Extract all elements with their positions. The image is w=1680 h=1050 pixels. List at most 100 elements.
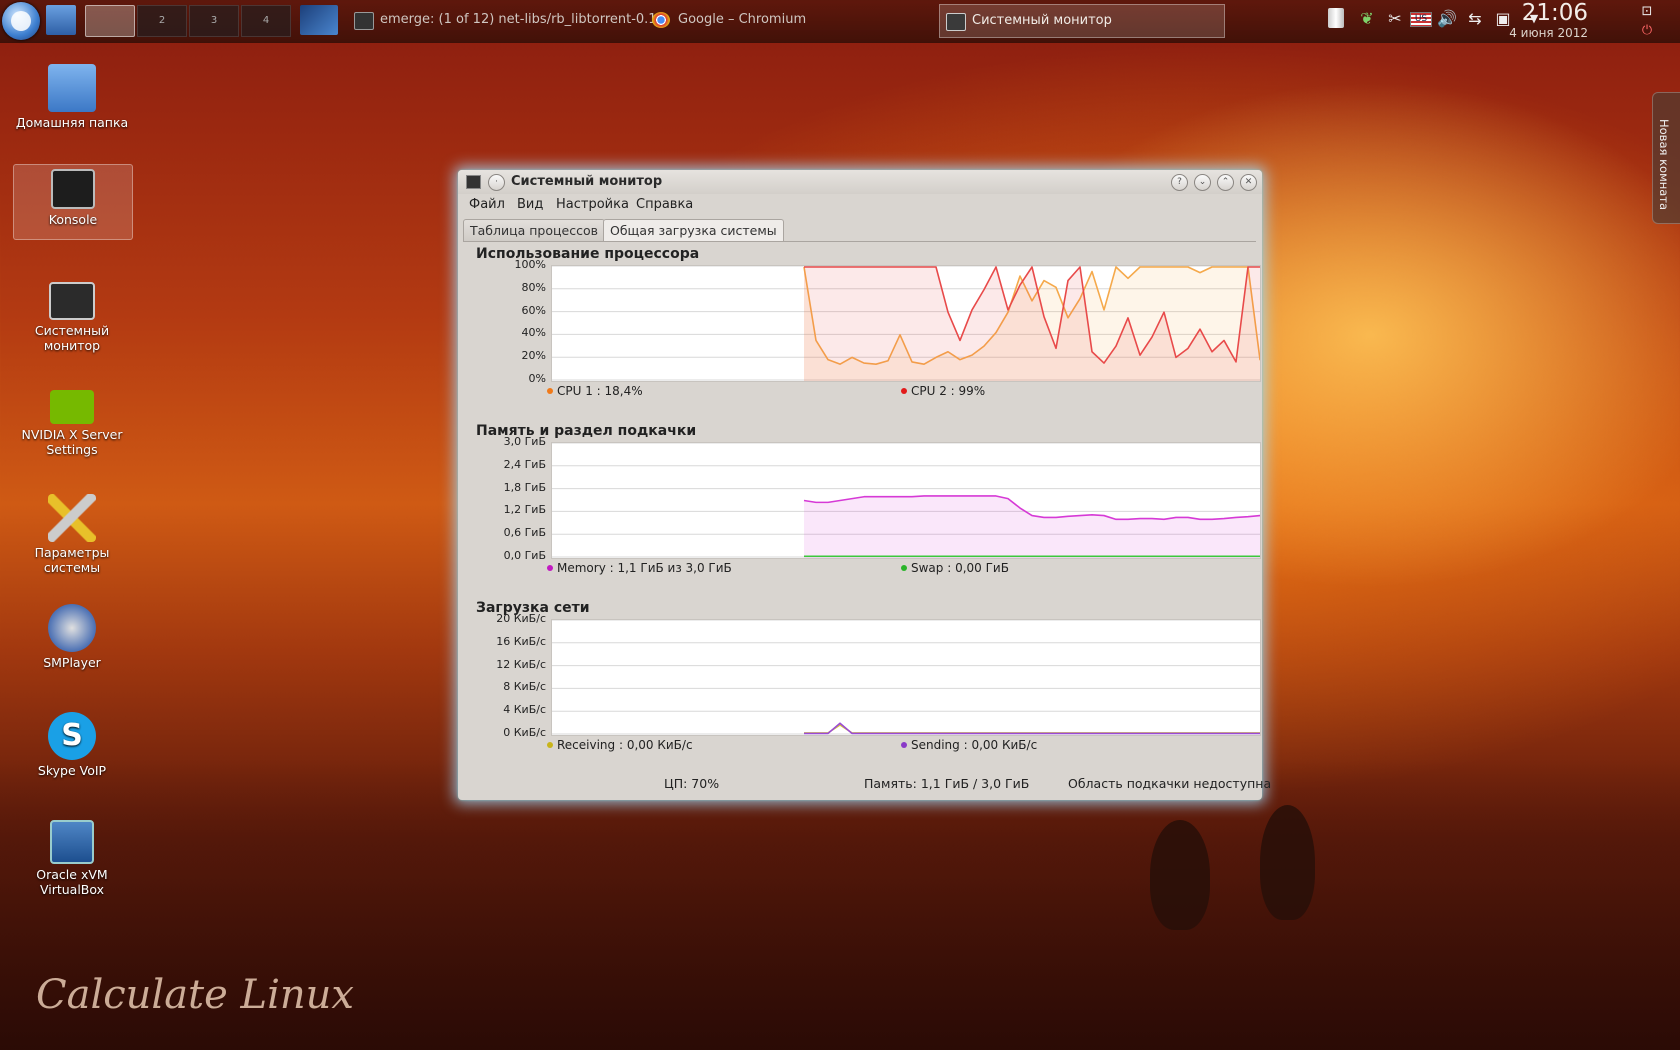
network-chart xyxy=(551,619,1261,736)
legend-memory: Memory : 1,1 ГиБ из 3,0 ГиБ xyxy=(547,561,732,575)
task-emerge[interactable]: emerge: (1 of 12) net-libs/rb_libtorrent… xyxy=(348,4,660,36)
keyboard-layout-flag-icon[interactable]: US xyxy=(1410,8,1432,30)
task-label: Google – Chromium xyxy=(678,12,807,27)
y-tick-label: 0 КиБ/с xyxy=(503,726,546,739)
menu-help[interactable]: Справка xyxy=(636,197,693,212)
legend-dot xyxy=(547,388,553,394)
scissors-icon[interactable]: ✂ xyxy=(1384,8,1406,30)
terminal-icon xyxy=(354,12,374,30)
desktop-icon-label: Oracle xVM VirtualBox xyxy=(36,867,108,897)
desktop-icon-virtualbox[interactable]: Oracle xVM VirtualBox xyxy=(13,816,131,897)
nvidia-icon xyxy=(50,390,94,424)
minimize-icon[interactable]: ⌄ xyxy=(1194,174,1211,191)
desktop-preview-icon[interactable] xyxy=(300,5,338,35)
status-cpu: ЦП: 70% xyxy=(664,776,720,791)
series-line-sending xyxy=(804,722,1260,735)
desktop-icon-label: Параметры системы xyxy=(34,545,110,575)
activity-side-tab[interactable]: Новая комната xyxy=(1652,92,1680,224)
window-menu-icon[interactable]: · xyxy=(488,174,505,191)
window-app-icon[interactable] xyxy=(466,175,481,189)
menu-settings[interactable]: Настройка xyxy=(556,197,629,212)
clock-date: 4 июня 2012 xyxy=(1509,26,1588,40)
desktop-icon-system-monitor[interactable]: Системный монитор xyxy=(13,278,131,353)
smplayer-icon xyxy=(48,604,96,652)
clock-time[interactable]: 21:06 xyxy=(1522,0,1588,26)
y-tick-label: 1,8 ГиБ xyxy=(503,480,546,494)
desktop-icon-smplayer[interactable]: SMPlayer xyxy=(13,600,131,670)
y-tick-label: 0,6 ГиБ xyxy=(503,526,546,540)
task-chromium[interactable]: Google – Chromium xyxy=(646,4,958,36)
y-tick-label: 20 КиБ/с xyxy=(496,612,546,625)
legend-label: Sending : 0,00 КиБ/с xyxy=(911,738,1038,752)
maximize-icon[interactable]: ⌃ xyxy=(1217,174,1234,191)
legend-label: CPU 2 : 99% xyxy=(911,384,986,398)
system-load-panel: Использование процессора 100% 80% 60% 40% 20… xyxy=(464,241,1261,772)
legend-dot xyxy=(547,565,553,571)
y-tick-label: 40% xyxy=(521,326,546,340)
calculate-linux-watermark: Calculate Linux xyxy=(36,972,354,1018)
network-icon[interactable]: ⇆ xyxy=(1464,8,1486,30)
legend-dot xyxy=(547,742,553,748)
memory-chart xyxy=(551,442,1261,559)
desktop-icon-settings[interactable]: Параметры системы xyxy=(13,490,131,575)
system-monitor-icon xyxy=(946,13,966,31)
y-tick-label: 80% xyxy=(521,280,546,294)
y-tick-label: 0% xyxy=(528,372,546,385)
legend-dot xyxy=(901,388,907,394)
volume-icon[interactable]: 🔊 xyxy=(1436,8,1458,30)
tab-system-load[interactable]: Общая загрузка системы xyxy=(603,219,784,242)
desktop-icon-label: Konsole xyxy=(48,212,98,227)
desktop-icon-nvidia[interactable]: NVIDIA X Server Settings xyxy=(13,386,131,457)
window-title: Системный монитор xyxy=(511,174,663,189)
leaf-icon[interactable]: ❦ xyxy=(1356,8,1378,30)
menu-view[interactable]: Вид xyxy=(517,197,543,212)
y-tick-label: 16 КиБ/с xyxy=(496,634,546,648)
legend-label: Memory : 1,1 ГиБ из 3,0 ГиБ xyxy=(557,561,732,575)
series-line-receiving xyxy=(804,724,1260,734)
y-tick-label: 100% xyxy=(514,258,546,271)
y-tick-label: 1,2 ГиБ xyxy=(503,503,546,517)
window-titlebar[interactable]: · Системный монитор ? ⌄ ⌃ ✕ xyxy=(458,170,1262,194)
window-menubar: Файл Вид Настройка Справка xyxy=(458,194,1262,216)
home-folder-icon xyxy=(48,64,96,112)
legend-swap: Swap : 0,00 ГиБ xyxy=(901,561,1009,575)
activity-tab-label: Новая комната xyxy=(1657,119,1671,211)
virtualbox-icon xyxy=(50,820,94,864)
desktop-icon-konsole[interactable]: Konsole xyxy=(13,164,133,240)
penguins-silhouette xyxy=(1130,800,1350,940)
settings-tools-icon xyxy=(48,494,96,542)
legend-cpu1: CPU 1 : 18,4% xyxy=(547,384,643,398)
legend-dot xyxy=(901,565,907,571)
status-swap: Область подкачки недоступна xyxy=(1068,776,1272,791)
y-tick-label: 60% xyxy=(521,303,546,317)
tab-process-table[interactable]: Таблица процессов xyxy=(463,219,605,242)
trash-icon[interactable] xyxy=(1325,8,1347,30)
pager-desktop-4[interactable]: 4 xyxy=(241,5,291,37)
legend-cpu2: CPU 2 : 99% xyxy=(901,384,985,398)
desktop-icon-label: SMPlayer xyxy=(43,655,101,670)
legend-dot xyxy=(901,742,907,748)
pager-desktop-1[interactable] xyxy=(85,5,135,37)
help-icon[interactable]: ? xyxy=(1171,174,1188,191)
desktop-icon-skype[interactable]: S Skype VoIP xyxy=(13,708,131,778)
application-launcher-icon[interactable] xyxy=(2,2,40,40)
y-tick-label: 3,0 ГиБ xyxy=(503,435,546,448)
menu-file[interactable]: Файл xyxy=(469,197,505,212)
konsole-icon xyxy=(51,169,95,209)
close-icon[interactable]: ✕ xyxy=(1240,174,1257,191)
skype-icon: S xyxy=(48,712,96,760)
system-monitor-icon xyxy=(49,282,95,320)
y-tick-label: 20% xyxy=(521,349,546,363)
show-desktop-icon[interactable] xyxy=(46,5,76,35)
desktop-icon-label: Домашняя папка xyxy=(15,115,129,130)
series-area-memory xyxy=(804,495,1260,558)
system-monitor-window: · Системный монитор ? ⌄ ⌃ ✕ Файл Вид Нас… xyxy=(458,170,1271,800)
desktop-icon-label: NVIDIA X Server Settings xyxy=(21,427,123,457)
logout-icon[interactable]: ⏻ xyxy=(1636,20,1658,42)
task-system-monitor[interactable]: Системный монитор xyxy=(939,4,1225,38)
desktop-icon-home[interactable]: Домашняя папка xyxy=(13,60,131,130)
window-tabs: Таблица процессов Общая загрузка системы xyxy=(458,217,1262,242)
pager-desktop-3[interactable]: 3 xyxy=(189,5,239,37)
task-label: emerge: (1 of 12) net-libs/rb_libtorrent… xyxy=(380,12,660,27)
pager-desktop-2[interactable]: 2 xyxy=(137,5,187,37)
